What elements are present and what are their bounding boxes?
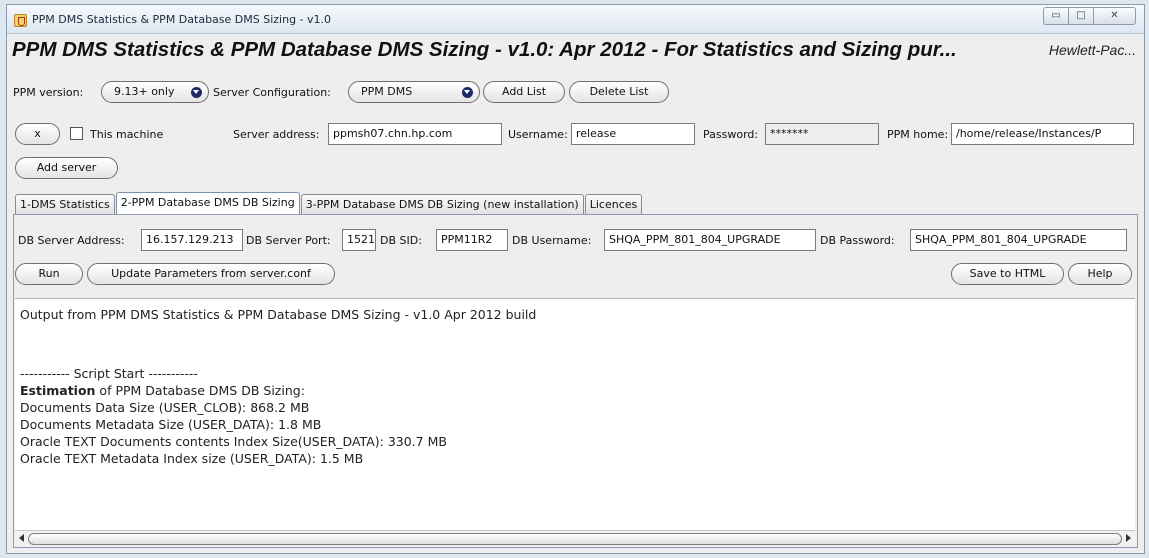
scroll-left-icon[interactable] <box>19 534 24 542</box>
db-port-label: DB Server Port: <box>246 234 331 247</box>
java-app-icon <box>14 14 27 27</box>
save-to-html-button[interactable]: Save to HTML <box>951 263 1064 285</box>
server-address-label: Server address: <box>233 128 320 141</box>
db-address-label: DB Server Address: <box>18 234 125 247</box>
ppm-version-value: 9.13+ only <box>114 85 175 98</box>
vendor-label: Hewlett-Pac... <box>1044 42 1136 58</box>
app-window: PPM DMS Statistics & PPM Database DMS Si… <box>6 4 1145 554</box>
output-line: Oracle TEXT Documents contents Index Siz… <box>20 434 447 449</box>
server-config-label: Server Configuration: <box>213 86 331 99</box>
db-username-field[interactable]: SHQA_PPM_801_804_UPGRADE <box>604 229 816 251</box>
horizontal-scrollbar[interactable] <box>15 530 1135 546</box>
update-parameters-button[interactable]: Update Parameters from server.conf <box>87 263 335 285</box>
output-estimation-rest: of PPM Database DMS DB Sizing: <box>95 383 305 398</box>
add-list-button[interactable]: Add List <box>483 81 565 103</box>
server-config-value: PPM DMS <box>361 85 413 98</box>
output-line: Oracle TEXT Metadata Index size (USER_DA… <box>20 451 364 466</box>
title-bar[interactable]: PPM DMS Statistics & PPM Database DMS Si… <box>7 5 1144 34</box>
this-machine-checkbox[interactable] <box>70 127 83 140</box>
password-label: Password: <box>703 128 759 141</box>
help-button[interactable]: Help <box>1068 263 1132 285</box>
server-address-field[interactable]: ppmsh07.chn.hp.com <box>328 123 502 145</box>
add-server-button[interactable]: Add server <box>15 157 118 179</box>
tab-dms-statistics[interactable]: 1-DMS Statistics <box>15 194 115 214</box>
username-field[interactable]: release <box>571 123 695 145</box>
scroll-right-icon[interactable] <box>1126 534 1131 542</box>
close-button[interactable]: ✕ <box>1093 7 1136 25</box>
page-title: PPM DMS Statistics & PPM Database DMS Si… <box>12 38 957 61</box>
db-username-label: DB Username: <box>512 234 592 247</box>
delete-list-button[interactable]: Delete List <box>569 81 669 103</box>
tab-strip: 1-DMS Statistics 2-PPM Database DMS DB S… <box>15 192 643 214</box>
username-label: Username: <box>508 128 568 141</box>
window-controls: ▭ □ ✕ <box>1043 7 1136 25</box>
tab-db-sizing-new-installation[interactable]: 3-PPM Database DMS DB Sizing (new instal… <box>300 194 584 214</box>
db-address-field[interactable]: 16.157.129.213 <box>141 229 243 251</box>
output-header: Output from PPM DMS Statistics & PPM Dat… <box>20 307 537 322</box>
scrollbar-thumb[interactable] <box>28 533 1122 545</box>
remove-server-button[interactable]: x <box>15 123 60 145</box>
server-config-dropdown[interactable]: PPM DMS <box>348 81 480 103</box>
output-line: Documents Data Size (USER_CLOB): 868.2 M… <box>20 400 310 415</box>
minimize-button[interactable]: ▭ <box>1043 7 1068 25</box>
db-password-label: DB Password: <box>820 234 895 247</box>
output-script-start: ----------- Script Start ----------- <box>20 366 198 381</box>
ppm-version-label: PPM version: <box>13 86 84 99</box>
output-estimation-line: Estimation of PPM Database DMS DB Sizing… <box>20 383 305 398</box>
ppm-home-label: PPM home: <box>887 128 949 141</box>
window-title: PPM DMS Statistics & PPM Database DMS Si… <box>32 13 332 26</box>
this-machine-label: This machine <box>90 128 164 141</box>
tab-db-sizing[interactable]: 2-PPM Database DMS DB Sizing <box>115 192 300 214</box>
db-sid-label: DB SID: <box>380 234 422 247</box>
chevron-down-icon <box>191 87 202 98</box>
tab-licences[interactable]: Licences <box>584 194 643 214</box>
password-field[interactable]: ******* <box>765 123 879 145</box>
run-button[interactable]: Run <box>15 263 83 285</box>
maximize-button[interactable]: □ <box>1068 7 1093 25</box>
chevron-down-icon <box>462 87 473 98</box>
db-password-field[interactable]: SHQA_PPM_801_804_UPGRADE <box>910 229 1127 251</box>
ppm-home-field[interactable]: /home/release/Instances/P <box>951 123 1134 145</box>
output-area[interactable]: Output from PPM DMS Statistics & PPM Dat… <box>15 298 1135 530</box>
db-port-field[interactable]: 1521 <box>342 229 376 251</box>
db-sid-field[interactable]: PPM11R2 <box>436 229 508 251</box>
output-line: Documents Metadata Size (USER_DATA): 1.8… <box>20 417 322 432</box>
ppm-version-dropdown[interactable]: 9.13+ only <box>101 81 209 103</box>
output-estimation-bold: Estimation <box>20 383 96 398</box>
